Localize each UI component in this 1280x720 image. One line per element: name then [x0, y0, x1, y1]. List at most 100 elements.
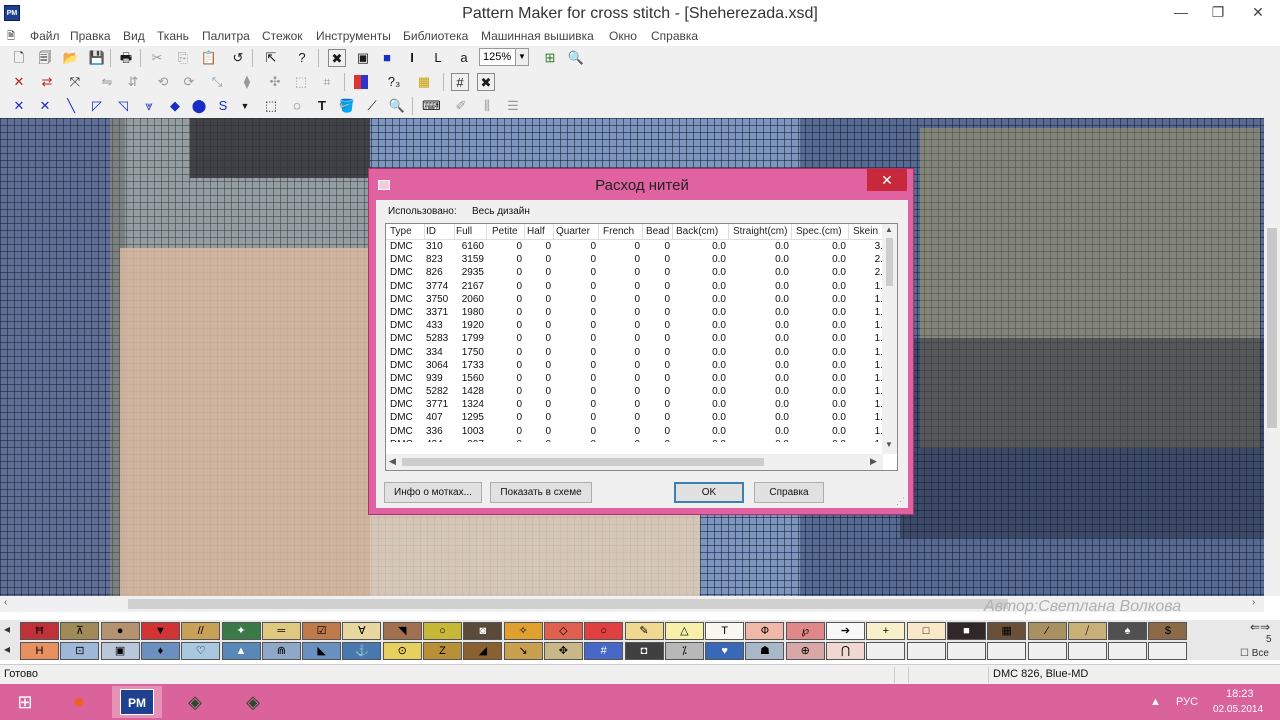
palette-swatch[interactable]: □ [906, 622, 946, 640]
palette-swatch[interactable]: T [705, 622, 745, 640]
column-header[interactable]: French [603, 226, 634, 237]
scroll-thumb[interactable] [402, 458, 764, 466]
crop-icon[interactable]: ⌗ [318, 73, 336, 91]
app-dark-icon[interactable]: ◈ [228, 686, 278, 718]
palette-swatch[interactable]: ▣ [100, 642, 140, 660]
app-green-icon[interactable]: ◈ [170, 686, 220, 718]
palette-swatch[interactable]: ∀ [342, 622, 382, 640]
table-row[interactable]: DMC 5282 1428 0 0 0 0 0 0.0 0.0 0.0 1. [386, 385, 883, 398]
dialog-close-button[interactable]: ✕ [867, 169, 907, 191]
paste-icon[interactable]: 📋 [200, 49, 218, 67]
palette-swatch[interactable]: ∕ [1027, 622, 1067, 640]
menu-view[interactable]: Вид [123, 29, 145, 43]
close-button[interactable]: ✕ [1236, 0, 1280, 24]
open-icon[interactable]: 📂 [62, 49, 80, 67]
new-from-icon[interactable]: 🗐 [36, 49, 54, 67]
palette-swatch[interactable]: ⊙ [382, 642, 422, 660]
palette-swatch[interactable]: ■ [946, 622, 986, 640]
palette-swatch[interactable]: ⚓ [342, 642, 382, 660]
flip-h-icon[interactable]: ⇋ [98, 73, 116, 91]
table-row[interactable]: DMC 823 3159 0 0 0 0 0 0.0 0.0 0.0 2. [386, 253, 883, 266]
palette-swatch[interactable] [946, 642, 986, 660]
palette-swatch[interactable]: ◇ [543, 622, 583, 640]
palette-swatch[interactable]: ▲ [221, 642, 261, 660]
flip-v-icon[interactable]: ⇵ [124, 73, 142, 91]
table-row[interactable]: DMC 433 1920 0 0 0 0 0 0.0 0.0 0.0 1. [386, 319, 883, 332]
palette-swatch[interactable]: ═ [261, 622, 301, 640]
palette-swatch[interactable]: ↘ [503, 642, 543, 660]
pattern-icon[interactable]: ▦ [415, 73, 433, 91]
palette-swatch[interactable]: ◣ [302, 642, 342, 660]
palette-swatch[interactable]: Z [423, 642, 462, 660]
table-row[interactable]: DMC 434 997 0 0 0 0 0 0.0 0.0 0.0 1. [386, 438, 883, 442]
rotate-left-icon[interactable]: ⟲ [154, 73, 172, 91]
rows-icon[interactable]: ☰ [504, 97, 522, 115]
menu-library[interactable]: Библиотека [403, 29, 468, 43]
stitch-grid-icon[interactable]: ✖ [477, 73, 495, 91]
scroll-right-icon[interactable]: › [1252, 597, 1255, 608]
palette-swatch[interactable]: ✧ [503, 622, 543, 640]
palette-swatch[interactable] [1148, 642, 1188, 660]
palette-swatch[interactable]: ◢ [463, 642, 503, 660]
stretch-icon[interactable]: ⤡ [208, 73, 226, 91]
palette-swatch[interactable]: △ [664, 622, 704, 640]
column-header[interactable]: Straight(cm) [733, 226, 787, 237]
palette-swatch[interactable]: ⋒ [261, 642, 301, 660]
new-icon[interactable]: 🗋 [10, 49, 28, 67]
palette-swatch[interactable]: ✎ [624, 622, 664, 640]
scroll-left-icon[interactable]: ◀ [389, 456, 396, 467]
zoom-select[interactable]: 125% ▼ [479, 48, 529, 66]
palette-swatch[interactable]: ⁒ [664, 642, 704, 660]
thread-info-button[interactable]: Инфо о мотках... [384, 482, 482, 503]
french-knot-icon[interactable]: ◆ [166, 97, 184, 115]
menu-edit[interactable]: Правка [70, 29, 111, 43]
magnifier-icon[interactable]: 🔍 [388, 97, 406, 115]
chevron-down-icon[interactable]: ▼ [236, 97, 254, 115]
palette-swatch[interactable]: ℘ [785, 622, 825, 640]
scroll-down-icon[interactable]: ▼ [885, 440, 893, 449]
column-header[interactable]: ID [426, 226, 436, 237]
petite-stitch-icon[interactable]: ◹ [114, 97, 132, 115]
mirror-icon[interactable]: ⧫ [238, 73, 256, 91]
firefox-icon[interactable]: ● [54, 686, 104, 718]
palette-swatch[interactable]: ○ [584, 622, 624, 640]
select-rect-icon[interactable]: ⬚ [262, 97, 280, 115]
help-icon[interactable]: ? [293, 49, 311, 67]
table-row[interactable]: DMC 3774 2167 0 0 0 0 0 0.0 0.0 0.0 1. [386, 280, 883, 293]
palette-swatch[interactable]: Ħ [20, 622, 59, 640]
palette-swatch[interactable] [1027, 642, 1067, 660]
help-button[interactable]: Справка [754, 482, 824, 503]
windows-start-icon[interactable]: ⊞ [0, 686, 50, 718]
palette-swatch[interactable]: ⊡ [60, 642, 100, 660]
palette-swatch[interactable]: H [20, 642, 59, 660]
menu-stitch[interactable]: Стежок [262, 29, 303, 43]
select-area-icon[interactable]: ⬚ [292, 73, 310, 91]
table-row[interactable]: DMC 3064 1733 0 0 0 0 0 0.0 0.0 0.0 1. [386, 359, 883, 372]
palette-swatch[interactable]: ● [100, 622, 140, 640]
table-row[interactable]: DMC 939 1560 0 0 0 0 0 0.0 0.0 0.0 1. [386, 372, 883, 385]
resize-grip-icon[interactable]: ⋰ [896, 496, 906, 506]
count-icon[interactable]: ?₃ [385, 73, 403, 91]
menu-window[interactable]: Окно [609, 29, 637, 43]
pen-disabled-icon[interactable]: ✐ [452, 97, 470, 115]
taskbar-pattern-maker[interactable]: PM [112, 686, 162, 718]
column-header[interactable]: Spec.(cm) [796, 226, 842, 237]
symbol-view-icon[interactable]: ▣ [354, 49, 372, 67]
palette-swatch[interactable]: Ф [745, 622, 785, 640]
palette-swatch[interactable]: ⋂ [826, 642, 865, 660]
rotate-right-icon[interactable]: ⟳ [180, 73, 198, 91]
ok-button[interactable]: OK [674, 482, 744, 503]
scroll-thumb[interactable] [128, 599, 1008, 609]
scroll-thumb[interactable] [1267, 228, 1277, 428]
lettering-icon[interactable]: L [429, 49, 447, 67]
list-horizontal-scrollbar[interactable]: ◀ ▶ [386, 454, 883, 470]
chevron-down-icon[interactable]: ▼ [515, 49, 528, 65]
palette-icon[interactable] [354, 75, 368, 89]
print-icon[interactable]: 🖶 [117, 49, 135, 67]
bead-icon[interactable]: ⬤ [190, 97, 208, 115]
palette-swatch[interactable]: ☗ [745, 642, 785, 660]
column-header[interactable]: Full [456, 226, 472, 237]
palette-swatch[interactable]: ♥ [705, 642, 745, 660]
menu-file[interactable]: Файл [30, 29, 60, 43]
palette-swatch[interactable]: ♡ [181, 642, 221, 660]
